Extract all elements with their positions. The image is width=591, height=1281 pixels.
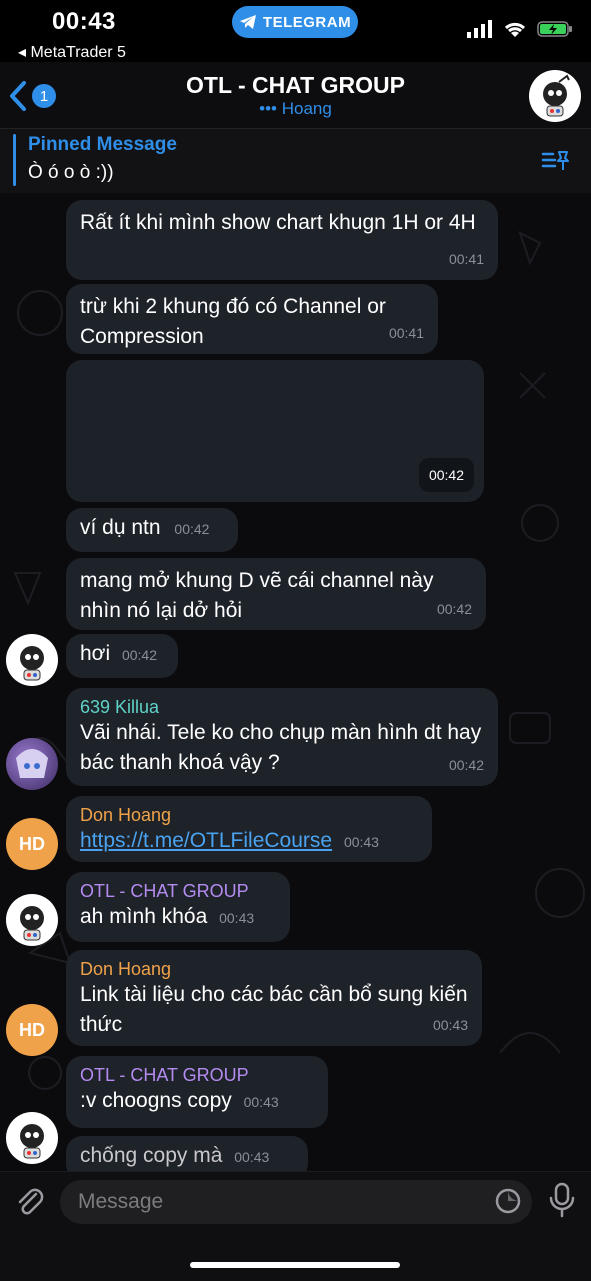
sender-name[interactable]: OTL - CHAT GROUP xyxy=(80,880,276,902)
message-text: mang mở khung D vẽ cái channel này nhìn … xyxy=(80,569,434,622)
message-bubble[interactable]: Rất ít khi mình show chart khugn 1H or 4… xyxy=(66,200,498,280)
voice-button[interactable] xyxy=(548,1182,576,1223)
message-text: hơi xyxy=(80,642,111,665)
message-time: 00:43 xyxy=(343,834,379,850)
status-time: 00:43 xyxy=(52,8,116,35)
message-bubble[interactable]: OTL - CHAT GROUP ah mình khóa 00:43 xyxy=(66,872,290,942)
sticker-button[interactable] xyxy=(494,1187,522,1220)
message-text: ví dụ ntn xyxy=(80,516,161,539)
message-text: Vãi nhái. Tele ko cho chụp màn hình dt h… xyxy=(80,721,482,774)
message-time: 00:43 xyxy=(243,1094,279,1110)
message-text: Rất ít khi mình show chart khugn 1H or 4… xyxy=(80,211,476,234)
message-bubble[interactable]: OTL - CHAT GROUP :v choogns copy 00:43 xyxy=(66,1056,328,1128)
message-bubble[interactable]: Don Hoang https://t.me/OTLFileCourse 00:… xyxy=(66,796,432,862)
message-bubble[interactable]: mang mở khung D vẽ cái channel này nhìn … xyxy=(66,558,486,630)
message-time: 00:43 xyxy=(432,1017,468,1033)
pinned-list-icon[interactable] xyxy=(541,148,571,179)
message-time: 00:42 xyxy=(174,521,210,537)
message-time: 00:42 xyxy=(436,601,472,617)
back-to-app-link[interactable]: ◂ MetaTrader 5 xyxy=(18,42,126,62)
sender-avatar[interactable] xyxy=(6,1112,58,1164)
astronaut-avatar-icon xyxy=(20,906,44,941)
message-text: trừ khi 2 khung đó có Channel or Compres… xyxy=(80,295,386,348)
message-bubble[interactable]: trừ khi 2 khung đó có Channel or Compres… xyxy=(66,284,438,354)
signal-icon xyxy=(467,20,492,38)
sender-avatar[interactable]: HD xyxy=(6,1004,58,1056)
message-time: 00:41 xyxy=(388,325,424,341)
sender-avatar[interactable]: HD xyxy=(6,818,58,870)
pinned-indicator xyxy=(13,134,16,186)
telegram-pill-label: TELEGRAM xyxy=(262,13,352,31)
message-text: ah mình khóa xyxy=(80,905,208,928)
chat-title[interactable]: OTL - CHAT GROUP xyxy=(0,72,591,99)
typing-status: ••• Hoang xyxy=(259,99,332,118)
message-time: 00:42 xyxy=(418,458,474,492)
message-bubble[interactable]: 639 Killua Vãi nhái. Tele ko cho chụp mà… xyxy=(66,688,498,786)
astronaut-avatar-icon xyxy=(20,646,44,681)
group-avatar[interactable] xyxy=(529,70,581,122)
microphone-icon xyxy=(549,1182,575,1218)
telegram-plane-icon xyxy=(239,15,256,29)
sender-name[interactable]: OTL - CHAT GROUP xyxy=(80,1064,314,1086)
message-time: 00:41 xyxy=(448,251,484,267)
message-placeholder: Message xyxy=(78,1190,164,1213)
pinned-label: Pinned Message xyxy=(28,134,177,155)
message-link[interactable]: https://t.me/OTLFileCourse xyxy=(80,829,332,852)
message-bubble[interactable]: Don Hoang Link tài liệu cho các bác cần … xyxy=(66,950,482,1046)
message-time: 00:43 xyxy=(234,1149,270,1165)
paperclip-icon xyxy=(18,1188,44,1215)
message-text: Link tài liệu cho các bác cần bổ sung ki… xyxy=(80,983,468,1036)
message-time: 00:43 xyxy=(219,910,255,926)
sender-avatar[interactable] xyxy=(6,894,58,946)
home-indicator xyxy=(190,1262,400,1268)
sender-avatar[interactable] xyxy=(6,738,58,790)
message-time: 00:42 xyxy=(121,647,158,663)
message-text: :v choogns copy xyxy=(80,1089,232,1112)
astronaut-avatar-icon xyxy=(20,1124,44,1159)
telegram-pill[interactable]: TELEGRAM xyxy=(232,6,358,38)
sender-name[interactable]: 639 Killua xyxy=(80,696,484,718)
sender-avatar[interactable] xyxy=(6,634,58,686)
message-bubble[interactable]: ví dụ ntn 00:42 xyxy=(66,508,238,552)
attach-button[interactable] xyxy=(14,1186,46,1223)
pinned-text: Ò ó o ò :)) xyxy=(28,162,114,183)
image-message[interactable]: 00:42 xyxy=(66,360,484,502)
message-bubble[interactable]: hơi 00:42 xyxy=(66,634,178,678)
message-time: 00:42 xyxy=(448,757,484,773)
astronaut-avatar-icon xyxy=(543,74,570,117)
wifi-icon xyxy=(504,22,526,37)
anime-avatar-icon xyxy=(16,749,48,778)
pin-list-icon xyxy=(541,151,569,170)
message-text: chống copy mà xyxy=(80,1144,223,1167)
sender-name[interactable]: Don Hoang xyxy=(80,804,418,826)
sticker-icon xyxy=(495,1188,521,1214)
sender-name[interactable]: Don Hoang xyxy=(80,958,468,980)
status-icons xyxy=(467,20,573,38)
battery-icon xyxy=(537,21,572,37)
